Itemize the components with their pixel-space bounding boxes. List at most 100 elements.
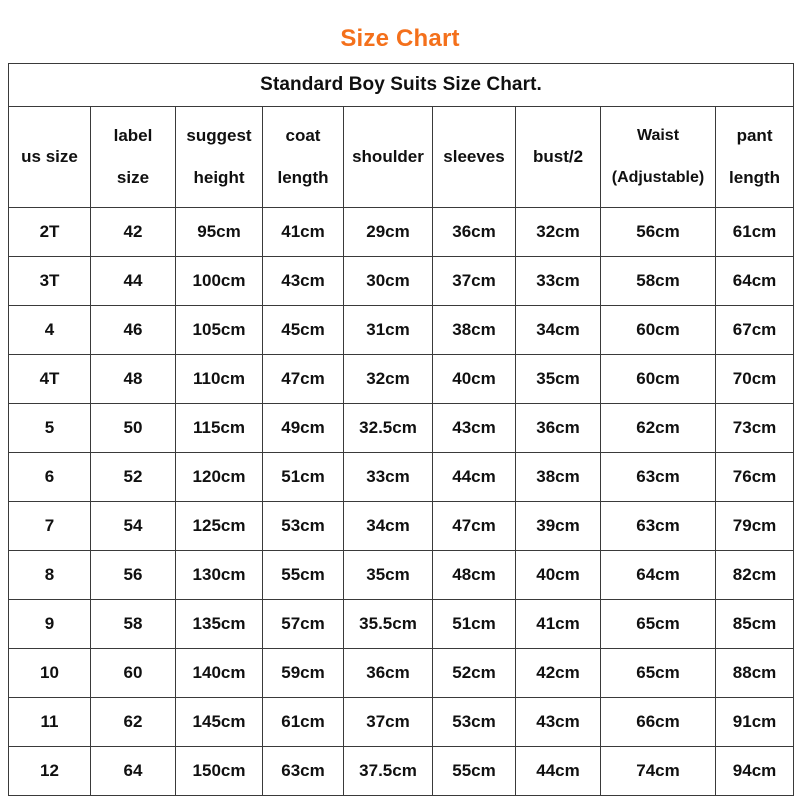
table-cell: 62 bbox=[90, 697, 176, 747]
table-cell: 3T bbox=[8, 256, 91, 306]
column-header-us-size: us size bbox=[8, 106, 91, 208]
column-header-line2: height bbox=[193, 168, 245, 187]
table-cell: 38cm bbox=[432, 305, 516, 355]
table-cell: 35.5cm bbox=[343, 599, 433, 649]
table-cell: 44cm bbox=[432, 452, 516, 502]
table-cell: 115cm bbox=[175, 403, 263, 453]
table-cell: 74cm bbox=[600, 746, 716, 796]
table-cell: 40cm bbox=[432, 354, 516, 404]
table-cell: 73cm bbox=[714, 403, 795, 453]
column-header-line2: (Adjustable) bbox=[611, 169, 705, 186]
column-header-label: label size bbox=[90, 106, 176, 208]
table-row: 7 54 125cm 53cm 34cm 47cm 39cm 63cm 79cm bbox=[8, 501, 795, 551]
column-header-line1: shoulder bbox=[352, 147, 424, 166]
table-cell: 44 bbox=[90, 256, 176, 306]
table-cell: 6 bbox=[8, 452, 91, 502]
table-cell: 2T bbox=[8, 207, 91, 257]
table-cell: 85cm bbox=[714, 599, 795, 649]
column-header-pant: pant length bbox=[714, 106, 795, 208]
table-cell: 9 bbox=[8, 599, 91, 649]
table-cell: 37.5cm bbox=[343, 746, 433, 796]
table-cell: 8 bbox=[8, 550, 91, 600]
column-header-line1: us size bbox=[21, 147, 78, 166]
table-cell: 110cm bbox=[175, 354, 263, 404]
table-cell: 55cm bbox=[262, 550, 344, 600]
table-cell: 35cm bbox=[515, 354, 601, 404]
table-cell: 56 bbox=[90, 550, 176, 600]
column-header-suggest: suggest height bbox=[175, 106, 263, 208]
table-cell: 58cm bbox=[600, 256, 716, 306]
table-cell: 135cm bbox=[175, 599, 263, 649]
table-cell: 94cm bbox=[714, 746, 795, 796]
column-header-line1: pant bbox=[736, 126, 773, 145]
table-row: 4 46 105cm 45cm 31cm 38cm 34cm 60cm 67cm bbox=[8, 305, 795, 355]
table-row: 6 52 120cm 51cm 33cm 44cm 38cm 63cm 76cm bbox=[8, 452, 795, 502]
table-cell: 59cm bbox=[262, 648, 344, 698]
column-header-line1: label bbox=[113, 126, 153, 145]
column-header-line2: size bbox=[116, 168, 150, 187]
table-cell: 67cm bbox=[714, 305, 795, 355]
table-cell: 31cm bbox=[343, 305, 433, 355]
table-cell: 48cm bbox=[432, 550, 516, 600]
table-cell: 35cm bbox=[343, 550, 433, 600]
table-cell: 51cm bbox=[432, 599, 516, 649]
table-row: 9 58 135cm 57cm 35.5cm 51cm 41cm 65cm 85cm bbox=[8, 599, 795, 649]
table-row: 5 50 115cm 49cm 32.5cm 43cm 36cm 62cm 73cm bbox=[8, 403, 795, 453]
table-cell: 12 bbox=[8, 746, 91, 796]
table-cell: 100cm bbox=[175, 256, 263, 306]
table-cell: 4T bbox=[8, 354, 91, 404]
table-cell: 44cm bbox=[515, 746, 601, 796]
table-cell: 91cm bbox=[714, 697, 795, 747]
table-cell: 29cm bbox=[343, 207, 433, 257]
table-cell: 76cm bbox=[714, 452, 795, 502]
size-chart-table: Standard Boy Suits Size Chart. us size la… bbox=[7, 63, 795, 796]
table-cell: 60cm bbox=[600, 305, 716, 355]
table-cell: 7 bbox=[8, 501, 91, 551]
table-cell: 42cm bbox=[515, 648, 601, 698]
column-header-line1: suggest bbox=[186, 126, 252, 145]
column-header-line2: length bbox=[729, 168, 781, 187]
table-cell: 32.5cm bbox=[343, 403, 433, 453]
table-cell: 54 bbox=[90, 501, 176, 551]
table-cell: 36cm bbox=[432, 207, 516, 257]
table-cell: 41cm bbox=[515, 599, 601, 649]
column-header-bust-2: bust/2 bbox=[515, 106, 601, 208]
table-row: 11 62 145cm 61cm 37cm 53cm 43cm 66cm 91cm bbox=[8, 697, 795, 747]
table-cell: 64cm bbox=[714, 256, 795, 306]
table-cell: 47cm bbox=[262, 354, 344, 404]
table-cell: 65cm bbox=[600, 648, 716, 698]
table-row: 4T 48 110cm 47cm 32cm 40cm 35cm 60cm 70cm bbox=[8, 354, 795, 404]
table-cell: 49cm bbox=[262, 403, 344, 453]
column-header-coat: coat length bbox=[262, 106, 344, 208]
table-cell: 79cm bbox=[714, 501, 795, 551]
table-cell: 145cm bbox=[175, 697, 263, 747]
table-cell: 33cm bbox=[343, 452, 433, 502]
table-cell: 36cm bbox=[343, 648, 433, 698]
table-cell: 105cm bbox=[175, 305, 263, 355]
table-row: 12 64 150cm 63cm 37.5cm 55cm 44cm 74cm 94cm bbox=[8, 746, 795, 796]
table-cell: 43cm bbox=[262, 256, 344, 306]
table-cell: 45cm bbox=[262, 305, 344, 355]
table-cell: 130cm bbox=[175, 550, 263, 600]
size-chart-page: Size Chart Standard Boy Suits Size Chart… bbox=[0, 0, 800, 800]
table-cell: 36cm bbox=[515, 403, 601, 453]
table-cell: 33cm bbox=[515, 256, 601, 306]
column-header-line1: sleeves bbox=[443, 147, 505, 166]
table-cell: 52cm bbox=[432, 648, 516, 698]
table-cell: 65cm bbox=[600, 599, 716, 649]
table-cell: 64 bbox=[90, 746, 176, 796]
table-cell: 140cm bbox=[175, 648, 263, 698]
table-row: 3T 44 100cm 43cm 30cm 37cm 33cm 58cm 64cm bbox=[8, 256, 795, 306]
table-cell: 60 bbox=[90, 648, 176, 698]
table-cell: 41cm bbox=[262, 207, 344, 257]
column-header-line2: length bbox=[277, 168, 329, 187]
table-cell: 62cm bbox=[600, 403, 716, 453]
table-cell: 40cm bbox=[515, 550, 601, 600]
table-cell: 150cm bbox=[175, 746, 263, 796]
table-cell: 32cm bbox=[515, 207, 601, 257]
table-cell: 63cm bbox=[262, 746, 344, 796]
table-cell: 47cm bbox=[432, 501, 516, 551]
table-cell: 34cm bbox=[343, 501, 433, 551]
table-row: 8 56 130cm 55cm 35cm 48cm 40cm 64cm 82cm bbox=[8, 550, 795, 600]
table-subtitle-row: Standard Boy Suits Size Chart. bbox=[7, 63, 795, 107]
